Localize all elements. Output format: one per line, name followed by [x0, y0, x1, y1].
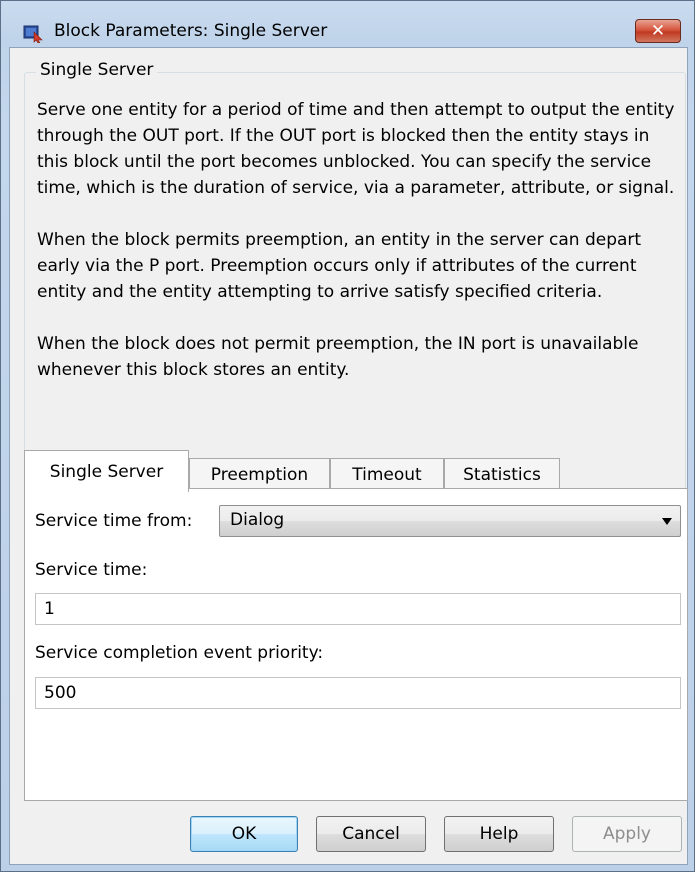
- simulink-block-icon: [23, 25, 43, 43]
- tab-panel-single-server: Service time from: Dialog Service time: …: [24, 488, 688, 801]
- title-bar[interactable]: Block Parameters: Single Server ✕: [1, 1, 694, 43]
- description-paragraph: Serve one entity for a period of time an…: [37, 100, 675, 198]
- description-group: Serve one entity for a period of time an…: [24, 72, 686, 492]
- service-time-label: Service time:: [35, 560, 148, 580]
- block-description: Serve one entity for a period of time an…: [37, 97, 677, 409]
- group-title: Single Server: [36, 60, 158, 80]
- tab-statistics[interactable]: Statistics: [444, 458, 560, 492]
- description-paragraph: When the block does not permit preemptio…: [37, 334, 639, 380]
- priority-field[interactable]: [35, 677, 681, 709]
- tab-preemption[interactable]: Preemption: [189, 458, 330, 492]
- dialog-window: Block Parameters: Single Server ✕ Serve …: [0, 0, 695, 872]
- description-paragraph: When the block permits preemption, an en…: [37, 230, 642, 302]
- priority-label: Service completion event priority:: [35, 643, 324, 663]
- dialog-client-area: Serve one entity for a period of time an…: [9, 47, 688, 865]
- close-icon: ✕: [650, 21, 666, 41]
- service-time-from-label: Service time from:: [35, 511, 193, 531]
- tab-single-server[interactable]: Single Server: [24, 450, 189, 492]
- service-time-field[interactable]: [35, 593, 681, 625]
- chevron-down-icon: [662, 518, 672, 525]
- close-button[interactable]: ✕: [635, 19, 681, 43]
- apply-button[interactable]: Apply: [572, 816, 682, 852]
- select-value: Dialog: [230, 510, 285, 530]
- help-button[interactable]: Help: [444, 816, 554, 852]
- window-title: Block Parameters: Single Server: [54, 21, 328, 41]
- ok-button[interactable]: OK: [190, 816, 298, 852]
- service-time-from-select[interactable]: Dialog: [219, 505, 681, 537]
- tab-timeout[interactable]: Timeout: [330, 458, 444, 492]
- cancel-button[interactable]: Cancel: [316, 816, 426, 852]
